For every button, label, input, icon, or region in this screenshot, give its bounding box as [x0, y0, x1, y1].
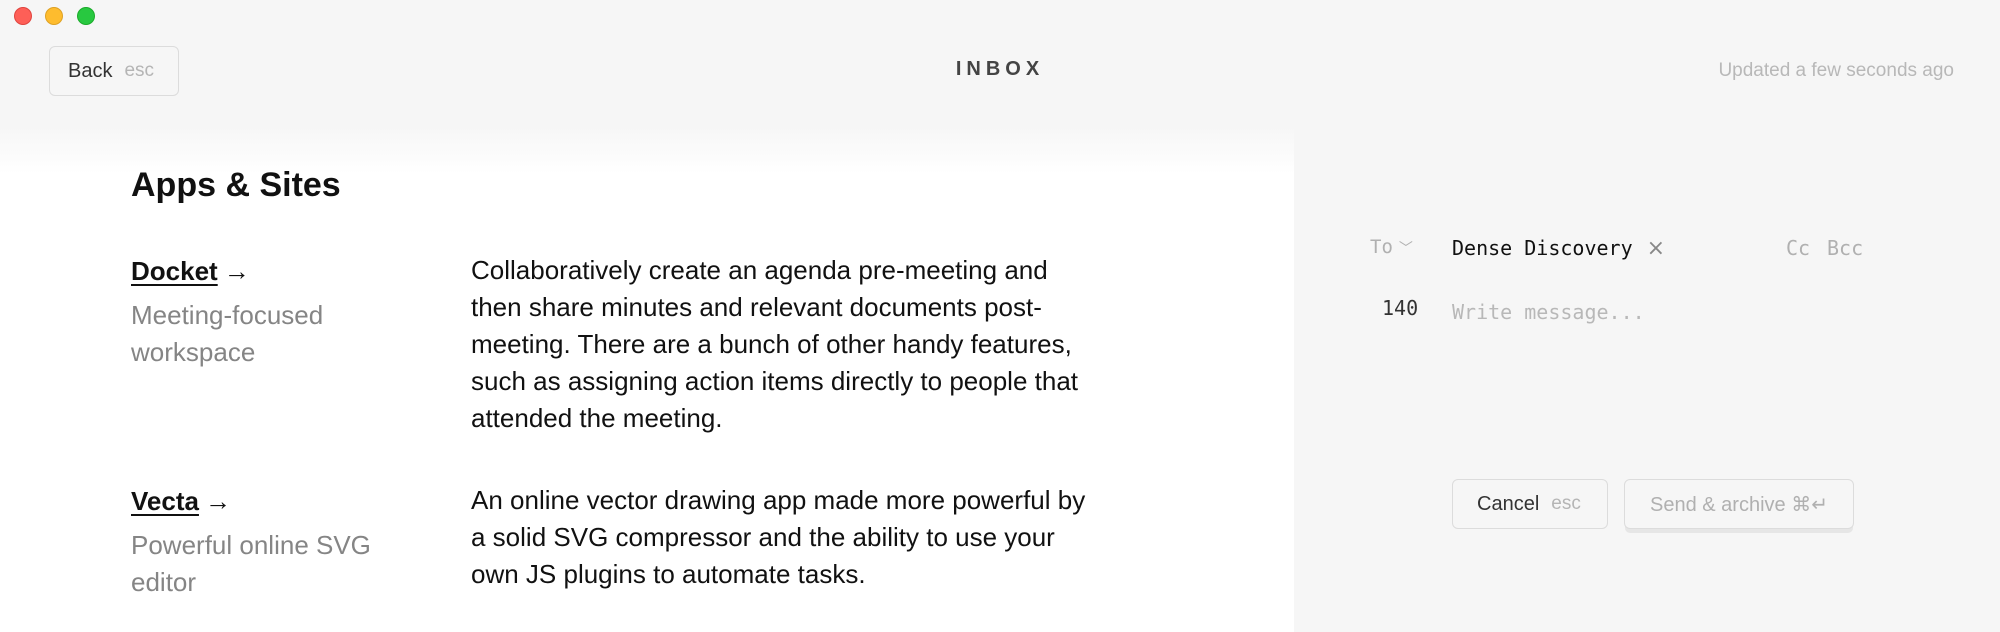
cancel-button[interactable]: Cancel esc [1452, 479, 1608, 529]
update-status: Updated a few seconds ago [1718, 60, 1954, 81]
cancel-shortcut-hint: esc [1551, 493, 1581, 514]
arrow-right-icon: → [204, 486, 231, 516]
app-description: An online vector drawing app made more p… [471, 485, 1086, 589]
app-tagline: Powerful online SVG editor [131, 530, 371, 597]
send-archive-button[interactable]: Send & archive ⌘↵ [1624, 479, 1854, 529]
character-counter: 140 [1382, 296, 1419, 320]
bcc-toggle[interactable]: Bcc [1827, 236, 1863, 260]
to-label: To [1370, 236, 1393, 258]
page-title: INBOX [955, 58, 1045, 80]
app-link-docket[interactable]: Docket → [131, 256, 250, 287]
minimize-window-icon[interactable] [45, 7, 63, 25]
close-window-icon[interactable] [14, 7, 32, 25]
cc-toggle[interactable]: Cc [1786, 236, 1810, 260]
cancel-button-label: Cancel [1477, 492, 1540, 515]
zoom-window-icon[interactable] [77, 7, 95, 25]
section-title: Apps & Sites [131, 166, 341, 204]
arrow-right-icon: → [223, 256, 250, 286]
app-link-vecta[interactable]: Vecta → [131, 486, 231, 517]
to-field-selector[interactable]: To ﹀ [1370, 236, 1413, 258]
chevron-down-icon: ﹀ [1398, 241, 1413, 257]
recipient-chip[interactable]: Dense Discovery × [1452, 236, 1665, 261]
newsletter-content: Apps & Sites Docket → Meeting-focused wor… [0, 126, 1294, 632]
app-name[interactable]: Vecta [131, 486, 199, 516]
reply-compose-panel: To ﹀ Dense Discovery × Cc Bcc 140 Cancel e… [1294, 126, 2000, 632]
recipient-name: Dense Discovery [1452, 236, 1633, 260]
close-icon[interactable]: × [1647, 236, 1665, 261]
message-input[interactable] [1452, 292, 1912, 332]
app-description: Collaboratively create an agenda pre-mee… [471, 255, 1079, 433]
app-tagline: Meeting-focused workspace [131, 300, 324, 367]
window-titlebar [0, 0, 2000, 30]
app-name[interactable]: Docket [131, 256, 218, 286]
